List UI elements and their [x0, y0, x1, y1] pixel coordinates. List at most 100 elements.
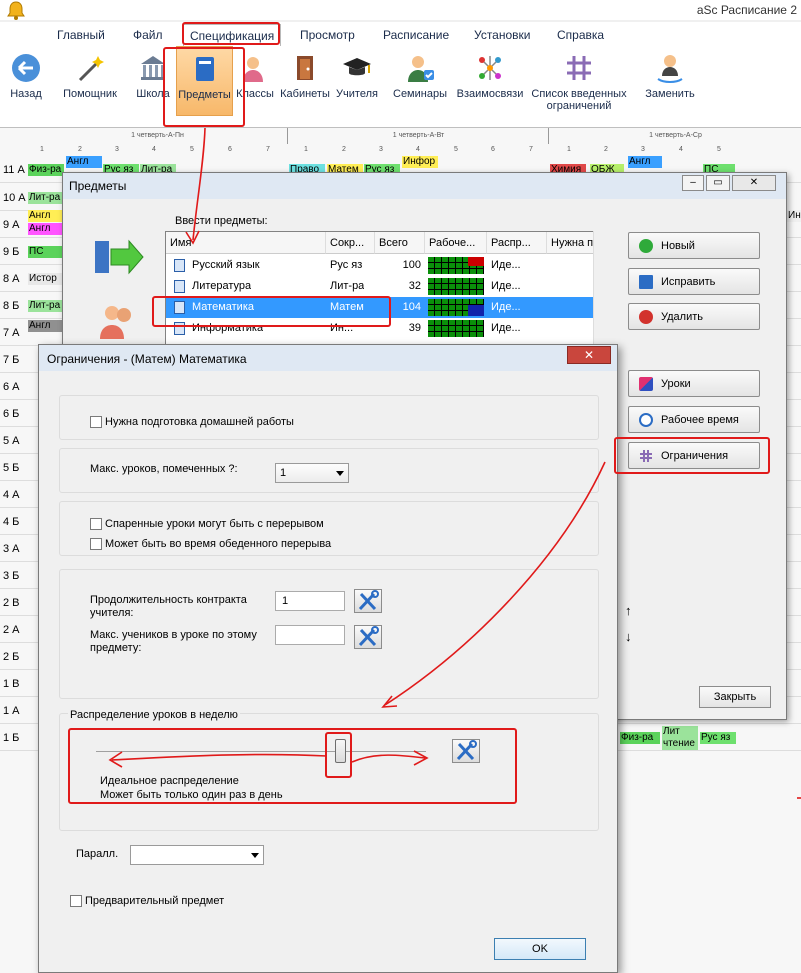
- back-button[interactable]: Назад: [6, 46, 46, 116]
- lesson-tag[interactable]: Рус яз: [700, 732, 736, 744]
- contract-label-2: учителя:: [90, 607, 134, 619]
- distribution-title: Распределение уроков в неделю: [68, 709, 240, 722]
- annotation-box-menu: [182, 22, 280, 45]
- people-icon: [100, 306, 131, 339]
- contract-tools-button[interactable]: [354, 589, 382, 613]
- ok-button[interactable]: OK: [494, 938, 586, 960]
- class-label: 8 А: [3, 273, 20, 285]
- contract-input[interactable]: 1: [275, 591, 345, 611]
- worktime-bars: [428, 299, 484, 316]
- table-row[interactable]: Русский язык Рус яз 100 Иде...: [166, 255, 594, 276]
- seminars-button[interactable]: Семинары: [392, 46, 448, 116]
- edit-doc-icon: [639, 275, 653, 289]
- menu-timetable[interactable]: Расписание: [383, 28, 449, 42]
- parallel-select[interactable]: [130, 845, 264, 865]
- replace-person-icon: [657, 55, 683, 83]
- lesson-tag[interactable]: Англ: [628, 156, 662, 168]
- class-label: 3 Б: [3, 570, 20, 582]
- ribbon-toolbar: Назад Помощник Школа Предметы Классы Каб…: [0, 46, 801, 128]
- homework-checkbox[interactable]: [90, 416, 102, 428]
- period-number: 6: [228, 146, 232, 153]
- lesson-tag[interactable]: Физ-ра: [28, 164, 64, 176]
- lesson-tag[interactable]: Инфо: [787, 210, 801, 222]
- period-number: 1: [567, 146, 571, 153]
- menu-main[interactable]: Главный: [57, 28, 105, 42]
- lesson-tag[interactable]: Физ-ра: [620, 732, 660, 744]
- back-label: Назад: [10, 88, 42, 100]
- subject-distribution: Иде...: [491, 280, 521, 292]
- worktime-button[interactable]: Рабочее время: [628, 406, 760, 433]
- lesson-tag[interactable]: Англ: [66, 156, 102, 168]
- clock-icon: [639, 413, 653, 427]
- constraints-dialog-title: Ограничения - (Матем) Математика: [47, 352, 247, 366]
- move-up-arrow-icon[interactable]: ↑: [625, 603, 632, 618]
- subjects-scrollbar[interactable]: [593, 231, 609, 351]
- teachers-label: Учителя: [336, 88, 378, 100]
- close-dialog-button[interactable]: ✕: [567, 346, 611, 364]
- lunch-break-checkbox[interactable]: [90, 538, 102, 550]
- lessons-button[interactable]: Уроки: [628, 370, 760, 397]
- lesson-tag[interactable]: Лит-ра: [28, 300, 64, 312]
- replace-button[interactable]: Заменить: [640, 46, 700, 116]
- group-header-tue: 1 четверть-А-Вт: [289, 128, 549, 144]
- column-header-worktime[interactable]: Рабоче...: [425, 232, 487, 254]
- constraints-dialog-titlebar: Ограничения - (Матем) Математика ✕: [39, 345, 617, 371]
- subject-name: Русский язык: [192, 259, 260, 271]
- lesson-tag[interactable]: ПС: [28, 246, 62, 258]
- menu-view[interactable]: Просмотр: [300, 28, 355, 42]
- column-header-total[interactable]: Всего: [375, 232, 425, 254]
- annotation-box-distribution: [68, 728, 517, 804]
- menu-help[interactable]: Справка: [557, 28, 604, 42]
- maximize-button[interactable]: ▭: [706, 175, 730, 191]
- menu-bar: Главный Файл Спецификация Просмотр Распи…: [0, 22, 801, 48]
- chevron-down-icon: [336, 471, 344, 476]
- lesson-tag[interactable]: Англ: [28, 210, 62, 222]
- table-row[interactable]: Литература Лит-ра 32 Иде...: [166, 276, 594, 297]
- class-label: 1 Б: [3, 732, 20, 744]
- class-label: 7 А: [3, 327, 20, 339]
- teachers-button[interactable]: Учителя: [334, 46, 380, 116]
- lesson-tag[interactable]: Англ: [28, 223, 62, 235]
- graduation-cap-icon: [343, 58, 371, 76]
- relations-button[interactable]: Взаимосвязи: [455, 46, 525, 116]
- period-number: 5: [454, 146, 458, 153]
- max-students-label-1: Макс. учеников в уроке по этому: [90, 629, 257, 641]
- menu-settings[interactable]: Установки: [474, 28, 530, 42]
- max-students-input[interactable]: [275, 625, 345, 645]
- minimize-button[interactable]: –: [682, 175, 704, 191]
- menu-file[interactable]: Файл: [133, 28, 163, 42]
- close-button[interactable]: Закрыть: [699, 686, 771, 708]
- preliminary-checkbox[interactable]: [70, 895, 82, 907]
- preliminary-label: Предварительный предмет: [85, 895, 225, 907]
- relations-label: Взаимосвязи: [456, 88, 524, 100]
- wrench-screwdriver-icon: [358, 626, 379, 647]
- group-header-wed: 1 четверть-А-Ср: [649, 132, 702, 139]
- close-window-button[interactable]: ✕: [732, 175, 776, 191]
- column-header-name[interactable]: Имя: [166, 232, 326, 254]
- subject-distribution: Иде...: [491, 301, 521, 313]
- lesson-tag[interactable]: Инфор: [402, 156, 438, 168]
- column-header-distribution[interactable]: Распр...: [487, 232, 547, 254]
- paired-break-checkbox[interactable]: [90, 518, 102, 530]
- lesson-tag[interactable]: Лит: [662, 726, 698, 738]
- class-label: 8 Б: [3, 300, 20, 312]
- constraints-list-button[interactable]: Список введенных ограничений: [528, 46, 630, 116]
- rooms-button[interactable]: Кабинеты: [278, 46, 332, 116]
- wizard-button[interactable]: Помощник: [58, 46, 122, 116]
- period-number: 2: [342, 146, 346, 153]
- lesson-tag[interactable]: Англ: [28, 320, 62, 332]
- move-down-arrow-icon[interactable]: ↓: [625, 629, 632, 644]
- period-number: 1: [40, 146, 44, 153]
- lesson-tag[interactable]: Истор: [28, 273, 64, 285]
- lesson-tag[interactable]: Лит-ра: [28, 192, 64, 204]
- edit-subject-button[interactable]: Исправить: [628, 268, 760, 295]
- max-students-tools-button[interactable]: [354, 625, 382, 649]
- lesson-tag[interactable]: чтение: [662, 738, 698, 750]
- max-marked-select[interactable]: 1: [275, 463, 349, 483]
- new-subject-button[interactable]: Новый: [628, 232, 760, 259]
- class-label: 5 А: [3, 435, 20, 447]
- column-header-short[interactable]: Сокр...: [326, 232, 375, 254]
- delete-subject-button[interactable]: Удалить: [628, 303, 760, 330]
- column-header-needed[interactable]: Нужна п: [547, 232, 594, 254]
- subject-total: 100: [402, 259, 421, 271]
